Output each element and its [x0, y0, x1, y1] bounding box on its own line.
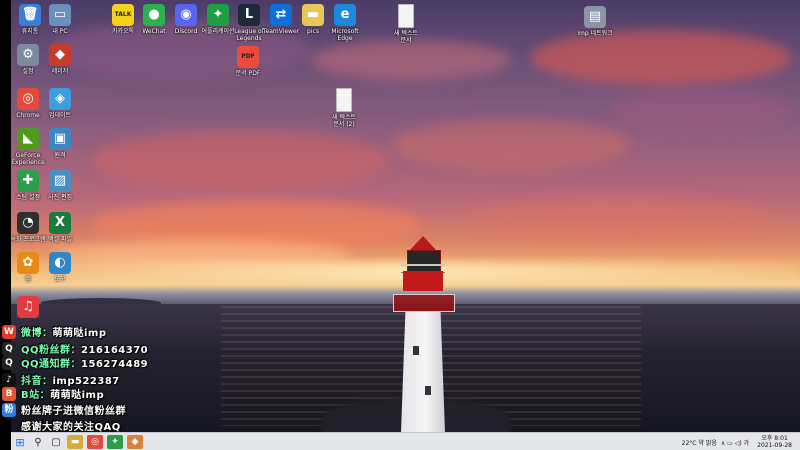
text-file-icon: [398, 4, 414, 28]
clock-date: 2021-09-28: [757, 442, 792, 449]
desktop-shortcut-label: 도구: [54, 276, 66, 283]
qq2-icon: Q: [2, 355, 16, 370]
desktop-shortcut-label: 업데이트: [48, 112, 72, 119]
desktop-screen: 🗑 휴지통 ▭ 내 PC TALK 카카오톡 ● WeChat ◉ Discord ✦ 어플리케이션 L…: [0, 0, 800, 450]
obs-style-icon: ◔: [17, 212, 39, 234]
search-icon: ⚲: [34, 436, 42, 448]
teamviewer-icon: ⇄: [270, 4, 292, 26]
pdf-icon: PDF: [237, 46, 259, 68]
bilibili-row: B B站：萌萌哒imp: [2, 386, 104, 401]
desktop-shortcut[interactable]: PDF 문서 PDF: [228, 46, 268, 77]
recycle-bin-icon: 🗑: [19, 4, 41, 26]
taskbar-explorer-icon[interactable]: ▬: [67, 435, 83, 449]
desktop-shortcut[interactable]: ▨ 사진 편집: [40, 170, 80, 201]
taskbar-green-app-icon[interactable]: ✦: [107, 435, 123, 449]
overlay-value: 萌萌哒imp: [52, 328, 107, 339]
kakaotalk-icon: TALK: [112, 4, 134, 26]
desktop-shortcut[interactable]: ▣ 원격: [40, 128, 80, 159]
taskbar-orange-app-icon[interactable]: ◆: [127, 435, 143, 449]
desktop-shortcut-label: imp 네트워크: [577, 30, 613, 37]
notice-group-row: Q QQ通知群：156274489: [2, 355, 148, 370]
nvidia-icon: ◣: [17, 128, 39, 150]
overlay-text: 粉丝牌子进微信粉丝群: [21, 402, 126, 417]
overlay-key: B站：: [21, 390, 51, 401]
start-button[interactable]: ⊞: [11, 433, 29, 450]
excel-icon: X: [49, 212, 71, 234]
text-file-2-icon: [336, 88, 352, 112]
douyin-row: ♪ 抖音：imp522387: [2, 372, 120, 387]
overlay-value: 156274489: [81, 359, 149, 370]
task-view-button[interactable]: ▢: [47, 433, 65, 450]
monitor-icon: ▣: [49, 128, 71, 150]
app-orange-icon: ✿: [17, 252, 39, 274]
desktop-shortcut[interactable]: ▭ 내 PC: [40, 4, 80, 35]
gear-icon: ⚙: [17, 44, 39, 66]
overlay-key: 微博：: [21, 328, 53, 339]
desktop-shortcut-label: 새 텍스트 문서: [394, 30, 418, 44]
system-tray: 22°C 약 맑음 ∧ ▭ ◁) 가 오후 8:01 2021-09-28: [678, 433, 792, 450]
desktop-shortcut[interactable]: ◆ 레이저: [40, 44, 80, 75]
desktop-shortcut-label: 레이저: [51, 68, 69, 75]
windows-icon: ⊞: [15, 435, 25, 449]
desktop-shortcut-label: 내 PC: [52, 28, 68, 35]
fan-group-row: Q QQ粉丝群：216164370: [2, 341, 148, 356]
desktop-shortcut[interactable]: X 엑셀 파일: [40, 212, 80, 243]
overlay-text: 感谢大家的关注QAQ: [21, 418, 121, 433]
tray-icons[interactable]: ∧ ▭ ◁) 가: [721, 438, 749, 447]
network-drive-icon: ▤: [584, 6, 606, 28]
folder-icon: ▬: [302, 4, 324, 26]
photo-icon: ▨: [49, 170, 71, 192]
discord-icon: ◉: [175, 4, 197, 26]
thanks-row: 感谢大家的关注QAQ: [2, 418, 121, 433]
clock-time: 오후 8:01: [761, 435, 788, 442]
app-green-icon: ✚: [17, 170, 39, 192]
weibo-row: W 微博：萌萌哒imp: [2, 324, 107, 339]
task-view-icon: ▢: [51, 436, 61, 448]
weather-widget[interactable]: 22°C 약 맑음: [682, 438, 717, 447]
search-button[interactable]: ⚲: [29, 433, 47, 450]
desktop-shortcut-label: 문서 PDF: [235, 70, 261, 77]
app-blue-icon: ◐: [49, 252, 71, 274]
qq-icon: Q: [2, 341, 16, 356]
desktop-shortcut-label: 새 텍스트 문서 (2): [332, 114, 356, 128]
game-launcher-icon: ✦: [207, 4, 229, 26]
desktop-shortcut[interactable]: ▤ imp 네트워크: [575, 6, 615, 37]
desktop-shortcut[interactable]: 새 텍스트 문서 (2): [324, 88, 364, 128]
desktop-shortcut[interactable]: e Microsoft Edge: [325, 4, 365, 42]
overlay-text: 微博：萌萌哒imp: [21, 324, 107, 339]
desktop-shortcut[interactable]: ◐ 도구: [40, 252, 80, 283]
overlay-key: QQ通知群：: [21, 359, 82, 370]
wechat-icon: ●: [143, 4, 165, 26]
clock[interactable]: 오후 8:01 2021-09-28: [757, 435, 792, 449]
lighthouse: [389, 236, 457, 432]
overlay-value: 粉丝牌子进微信粉丝群: [21, 406, 126, 417]
desktop-shortcut[interactable]: ◈ 업데이트: [40, 88, 80, 119]
taskbar: ⊞ ⚲ ▢ ▬ ◎ ✦ ◆ 22°C 약 맑음 ∧ ▭ ◁) 가 오후 8:01 20…: [11, 432, 800, 450]
desktop-shortcut-label: Microsoft Edge: [331, 28, 359, 42]
taskbar-apps: ▬ ◎ ✦ ◆: [65, 435, 145, 449]
fan-message-row: 粉粉丝牌子进微信粉丝群: [2, 402, 126, 417]
desktop-shortcut-label: 사진 편집: [48, 194, 72, 201]
downloader-icon: ◈: [49, 88, 71, 110]
overlay-text: QQ粉丝群：216164370: [21, 341, 148, 356]
fans-icon: 粉: [2, 402, 16, 417]
desktop-shortcut[interactable]: 새 텍스트 문서: [386, 4, 426, 44]
league-icon: L: [238, 4, 260, 26]
bilibili-icon: B: [2, 386, 16, 401]
overlay-text: B站：萌萌哒imp: [21, 386, 104, 401]
pc-icon: ▭: [49, 4, 71, 26]
desktop-shortcut-label: 엑셀 파일: [48, 236, 72, 243]
game-icon: ◆: [49, 44, 71, 66]
edge-icon: e: [334, 4, 356, 26]
overlay-text: QQ通知群：156274489: [21, 355, 148, 370]
chrome-icon: ◎: [17, 88, 39, 110]
stream-info-overlay: W 微博：萌萌哒imp Q QQ粉丝群：216164370 Q QQ通知群：1562744…: [2, 298, 222, 436]
douyin-icon: ♪: [2, 372, 16, 387]
weibo-icon: W: [2, 324, 16, 339]
taskbar-chrome-icon[interactable]: ◎: [87, 435, 103, 449]
overlay-value: 萌萌哒imp: [50, 390, 105, 401]
desktop-shortcut-label: 원격: [54, 152, 66, 159]
overlay-text: 抖音：imp522387: [21, 372, 120, 387]
